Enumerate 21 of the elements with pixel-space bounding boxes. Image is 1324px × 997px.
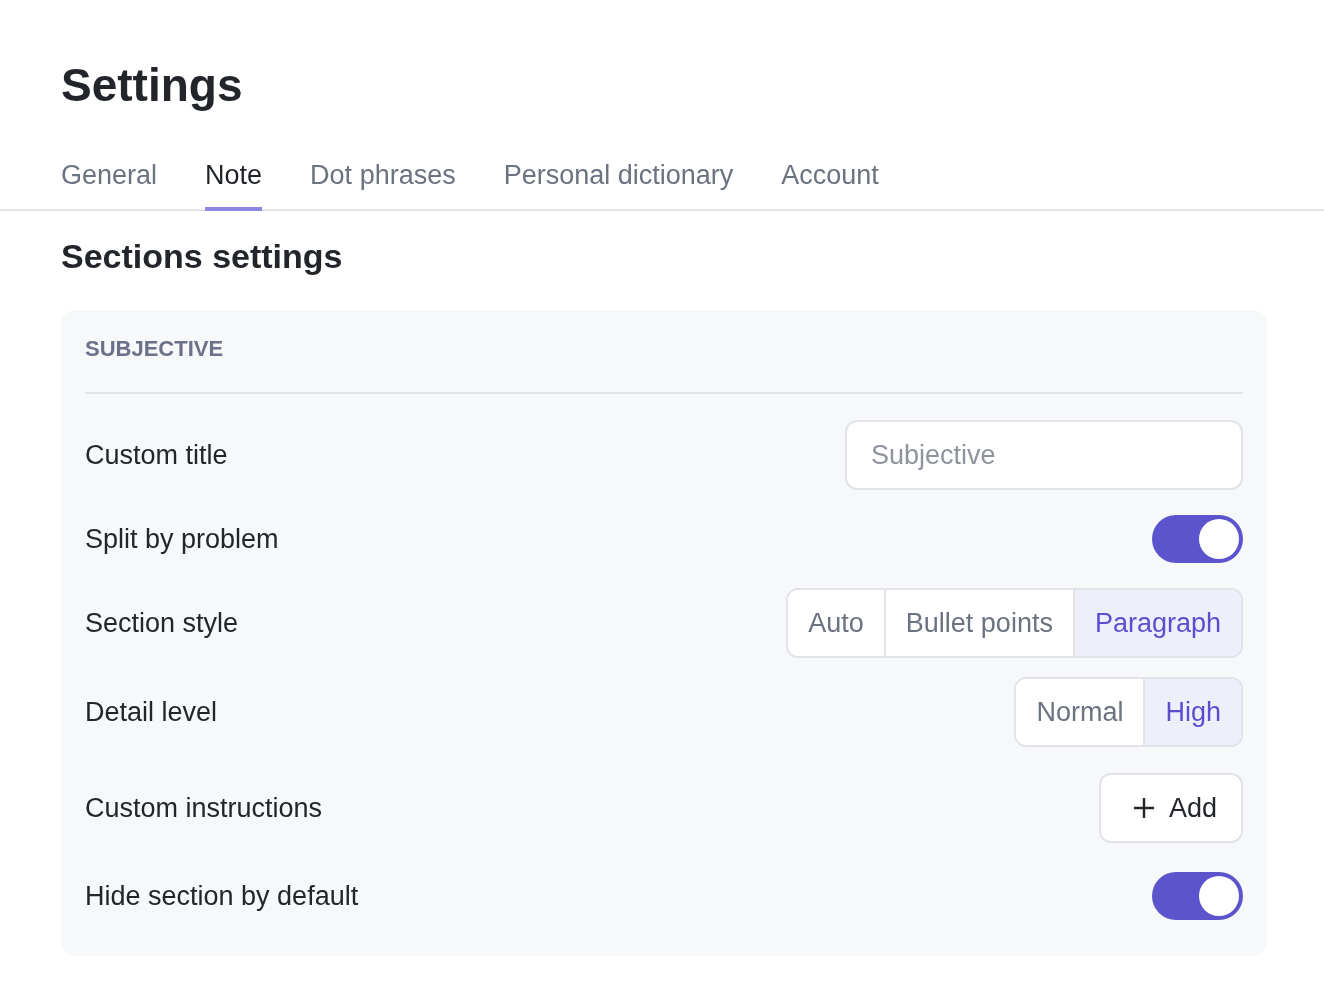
page-title: Settings (61, 58, 244, 113)
add-button[interactable]: Add (1098, 773, 1243, 843)
toggle-switch[interactable] (1152, 872, 1243, 920)
tab[interactable]: Note (205, 160, 263, 211)
section-heading: Sections settings (61, 237, 344, 276)
segment-option[interactable]: Paragraph (1072, 590, 1241, 656)
setting-label: Custom title (85, 439, 228, 471)
tab[interactable]: Dot phrases (310, 160, 456, 211)
toggle-switch[interactable] (1152, 515, 1243, 563)
custom-title-field[interactable]: Subjective (845, 420, 1243, 490)
setting-label: Split by problem (85, 523, 279, 555)
card-title: SUBJECTIVE (85, 336, 1243, 394)
setting-label: Custom instructions (85, 792, 323, 824)
tab[interactable]: General (61, 160, 158, 211)
setting-label: Detail level (85, 696, 218, 728)
tab[interactable]: Account (781, 160, 879, 211)
setting-label: Hide section by default (85, 880, 359, 912)
setting-label: Section style (85, 607, 239, 639)
segment-option[interactable]: High (1143, 679, 1241, 745)
tab[interactable]: Personal dictionary (503, 160, 734, 211)
plus-icon (1132, 797, 1155, 819)
